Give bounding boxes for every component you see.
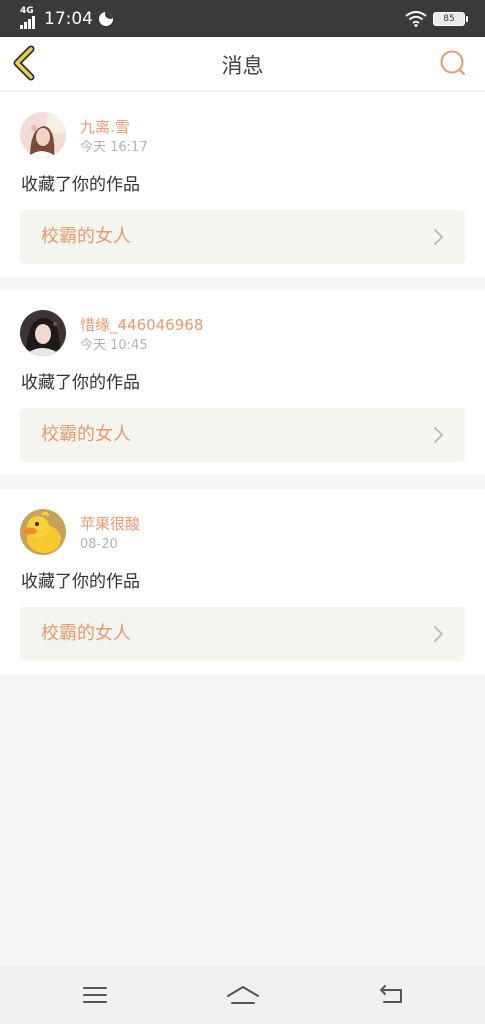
chevron-right-icon: [434, 229, 443, 245]
message-card: 惜缘_446046968 今天 10:45 收藏了你的作品 校霸的女人: [0, 290, 485, 475]
avatar[interactable]: [20, 310, 66, 356]
signal-icon: 4G: [20, 6, 38, 29]
user-name[interactable]: 惜缘_446046968: [80, 316, 203, 334]
status-bar: 4G 17:04 85: [0, 0, 485, 37]
action-text: 收藏了你的作品: [21, 373, 140, 393]
network-type: 4G: [20, 6, 34, 16]
work-link[interactable]: 校霸的女人: [20, 210, 465, 264]
avatar-image: [20, 509, 66, 555]
moon-icon: [99, 12, 113, 26]
system-nav-bar: [0, 966, 485, 1024]
message-card: 九离.雪 今天 16:17 收藏了你的作品 校霸的女人: [0, 92, 485, 277]
page-title: 消息: [221, 54, 264, 78]
menu-button[interactable]: [80, 982, 110, 1008]
back-nav-button[interactable]: [376, 982, 406, 1008]
work-title: 校霸的女人: [41, 623, 131, 644]
search-icon: [440, 50, 465, 75]
work-link[interactable]: 校霸的女人: [20, 408, 465, 462]
user-name[interactable]: 九离.雪: [80, 118, 130, 136]
chevron-right-icon: [434, 626, 443, 642]
battery-icon: 85: [433, 12, 468, 26]
work-title: 校霸的女人: [41, 424, 131, 445]
avatar-image: [20, 112, 66, 158]
home-icon: [227, 986, 259, 1004]
avatar-image: [20, 310, 66, 356]
user-name[interactable]: 苹果很酸: [80, 515, 140, 533]
work-link[interactable]: 校霸的女人: [20, 607, 465, 661]
home-button[interactable]: [226, 982, 260, 1008]
message-time: 今天 10:45: [80, 338, 148, 353]
header: 消息: [0, 37, 485, 91]
menu-icon: [83, 987, 107, 1003]
message-card: 苹果很酸 08-20 收藏了你的作品 校霸的女人: [0, 489, 485, 674]
back-icon: [380, 985, 402, 1003]
message-time: 今天 16:17: [80, 140, 148, 155]
search-button[interactable]: [439, 49, 467, 77]
avatar[interactable]: [20, 112, 66, 158]
status-right: 85: [405, 8, 468, 30]
action-text: 收藏了你的作品: [21, 175, 140, 195]
avatar[interactable]: [20, 509, 66, 555]
status-time: 17:04: [44, 9, 93, 29]
status-left: 4G 17:04: [20, 6, 113, 30]
chevron-right-icon: [434, 427, 443, 443]
signal-bars: [20, 16, 35, 29]
action-text: 收藏了你的作品: [21, 572, 140, 592]
wifi-icon: [405, 11, 427, 27]
message-time: 08-20: [80, 537, 118, 552]
work-title: 校霸的女人: [41, 226, 131, 247]
